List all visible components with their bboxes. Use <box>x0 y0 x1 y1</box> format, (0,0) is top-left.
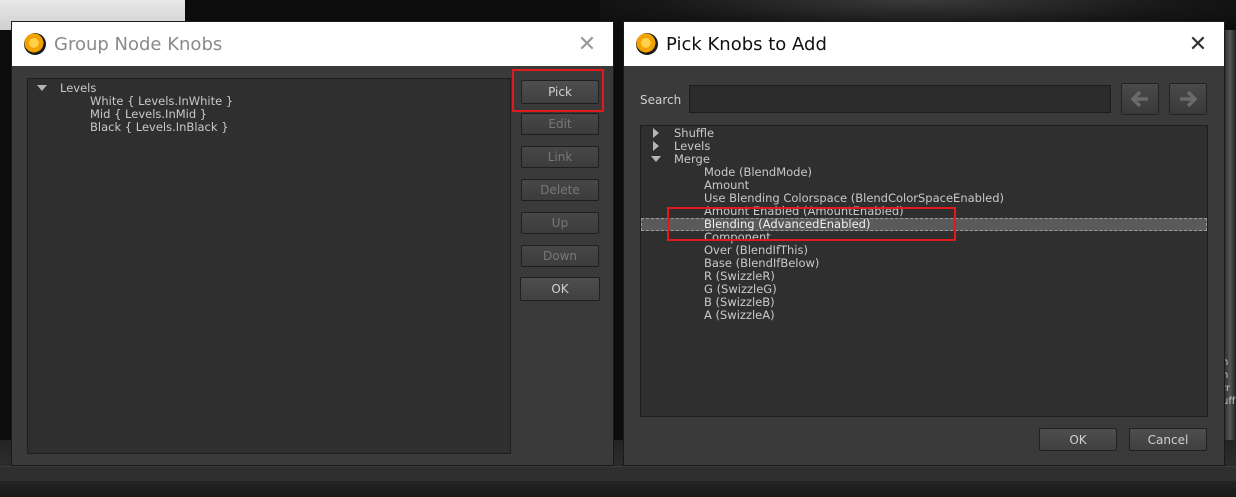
ok-button[interactable]: OK <box>520 277 600 301</box>
app-icon <box>636 33 658 55</box>
selection-highlight-box <box>667 207 956 241</box>
close-icon[interactable]: ✕ <box>575 32 599 57</box>
arrow-left-icon <box>1130 90 1148 108</box>
cancel-button[interactable]: Cancel <box>1129 428 1207 451</box>
dialog-title: Group Node Knobs <box>54 33 223 55</box>
titlebar: Pick Knobs to Add ✕ <box>624 22 1224 66</box>
tree-item[interactable]: Black { Levels.InBlack } <box>90 121 229 134</box>
app-icon <box>24 33 46 55</box>
group-node-knobs-dialog: Group Node Knobs ✕ Levels White { Levels… <box>12 22 613 465</box>
triangle-down-icon[interactable] <box>37 85 47 91</box>
edit-button[interactable]: Edit <box>521 113 599 135</box>
delete-button[interactable]: Delete <box>521 179 599 201</box>
pick-highlight-box <box>512 69 604 112</box>
tree-item[interactable]: A (SwizzleA) <box>704 309 775 322</box>
back-button[interactable] <box>1121 83 1159 115</box>
up-button[interactable]: Up <box>521 212 599 234</box>
forward-button[interactable] <box>1169 83 1207 115</box>
knob-list-panel[interactable]: Shuffle Levels Merge Mode (BlendMode) Am… <box>640 125 1208 417</box>
ok-button[interactable]: OK <box>1039 428 1117 451</box>
triangle-right-icon[interactable] <box>653 128 659 138</box>
search-input[interactable] <box>689 85 1111 113</box>
link-button[interactable]: Link <box>521 146 599 168</box>
pick-knobs-dialog: Pick Knobs to Add ✕ Search Shuffle Level… <box>624 22 1224 465</box>
triangle-right-icon[interactable] <box>653 141 659 151</box>
down-button[interactable]: Down <box>521 245 599 267</box>
arrow-right-icon <box>1180 90 1198 108</box>
search-label: Search <box>640 93 682 107</box>
triangle-down-icon[interactable] <box>651 156 661 162</box>
background-timeline <box>0 466 1236 481</box>
background-side-text: h h rr uff <box>1222 357 1236 407</box>
knob-tree-panel[interactable]: Levels White { Levels.InWhite } Mid { Le… <box>27 78 511 454</box>
close-icon[interactable]: ✕ <box>1186 32 1210 57</box>
dialog-title: Pick Knobs to Add <box>666 33 827 55</box>
titlebar: Group Node Knobs ✕ <box>12 22 613 66</box>
